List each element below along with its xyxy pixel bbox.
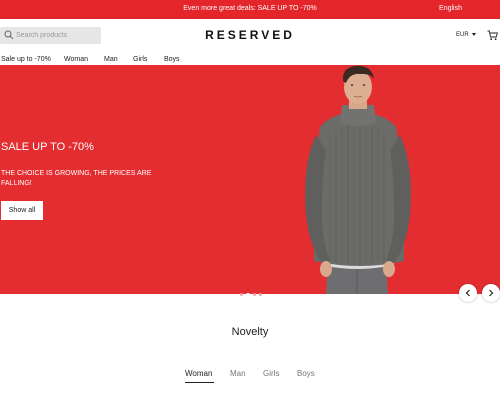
nav-item-sale[interactable]: Sale up to -70% <box>1 56 51 63</box>
category-nav: Sale up to -70% Woman Man Girls Boys <box>0 53 500 65</box>
carousel-next-button[interactable] <box>482 284 500 302</box>
promo-text[interactable]: Even more great deals: SALE UP TO -70% <box>0 5 500 12</box>
promo-bar: Even more great deals: SALE UP TO -70% E… <box>0 0 500 19</box>
currency-selector[interactable]: EUR <box>456 32 476 38</box>
header: RESERVED EUR <box>0 19 500 53</box>
cart-icon[interactable] <box>487 30 498 41</box>
tab-woman[interactable]: Woman <box>185 369 212 378</box>
currency-label: EUR <box>456 32 469 38</box>
carousel-dot[interactable] <box>259 293 262 297</box>
hero-title: SALE UP TO -70% <box>1 141 94 153</box>
novelty-tabs: Woman Man Girls Boys <box>0 368 500 386</box>
hero-model-image <box>305 65 411 294</box>
chevron-down-icon <box>471 32 476 36</box>
nav-item-woman[interactable]: Woman <box>64 56 88 63</box>
carousel-dots <box>240 286 265 297</box>
chevron-left-icon <box>465 289 470 297</box>
nav-item-man[interactable]: Man <box>104 56 118 63</box>
hero-subtitle: THE CHOICE IS GROWING, THE PRICES ARE FA… <box>1 170 152 187</box>
brand-logo[interactable]: RESERVED <box>0 28 500 42</box>
tab-boys[interactable]: Boys <box>297 369 315 378</box>
carousel-prev-button[interactable] <box>459 284 477 302</box>
language-selector[interactable]: English <box>439 5 462 12</box>
section-title: Novelty <box>231 326 269 338</box>
show-all-button[interactable]: Show all <box>1 201 43 220</box>
carousel-dot[interactable] <box>240 293 243 297</box>
hero-banner[interactable]: SALE UP TO -70% THE CHOICE IS GROWING, T… <box>0 65 500 294</box>
tab-girls[interactable]: Girls <box>263 369 279 378</box>
carousel-dot-active[interactable] <box>246 292 250 297</box>
active-tab-underline <box>185 382 214 383</box>
carousel-dot[interactable] <box>253 293 256 297</box>
nav-item-boys[interactable]: Boys <box>164 56 180 63</box>
nav-item-girls[interactable]: Girls <box>133 56 147 63</box>
chevron-right-icon <box>489 289 494 297</box>
tab-man[interactable]: Man <box>230 369 246 378</box>
